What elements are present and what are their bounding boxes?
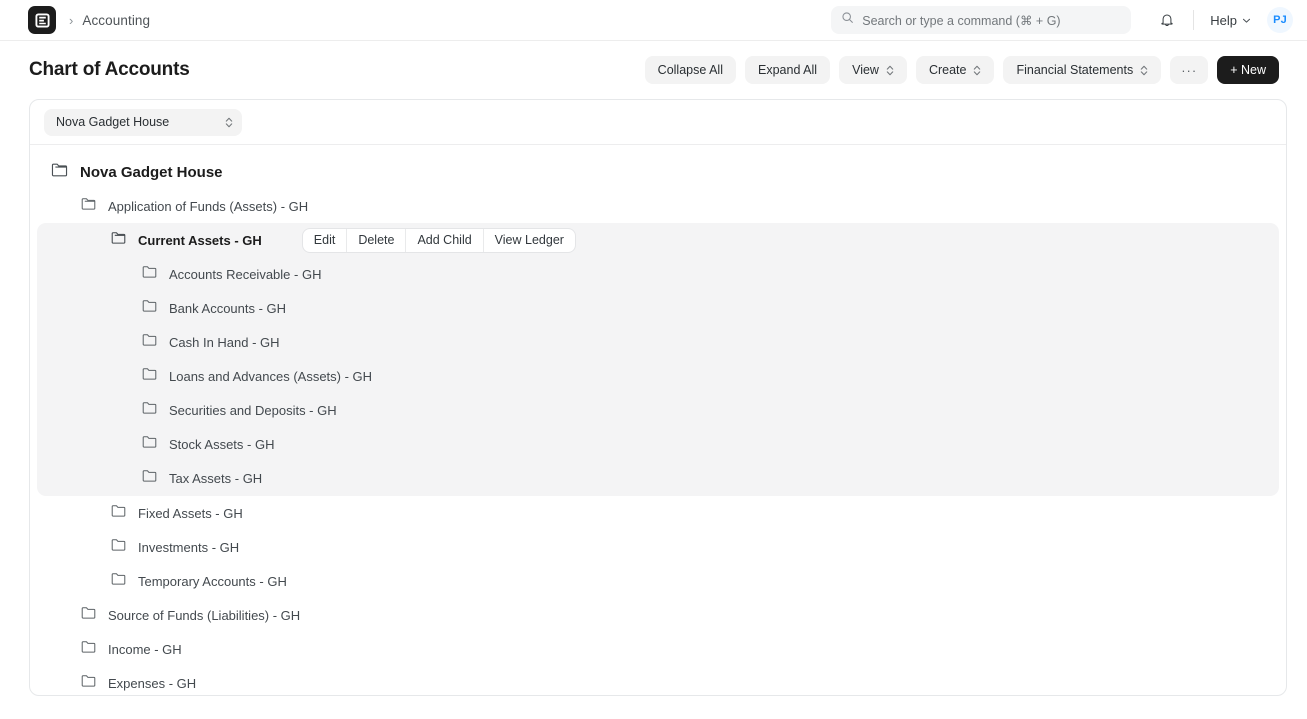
more-options-button[interactable]: ··· [1170,56,1208,84]
folder-open-icon [50,160,69,184]
help-menu[interactable]: Help [1206,9,1255,32]
folder-icon [141,433,158,455]
tree-node-label: Cash In Hand - GH [169,335,280,350]
financial-statements-dropdown-button[interactable]: Financial Statements [1003,56,1161,84]
folder-icon [141,331,158,353]
view-ledger-button[interactable]: View Ledger [484,229,575,252]
tree-node-expenses[interactable]: Expenses - GH [36,666,1280,696]
new-button-label: + New [1230,63,1266,77]
bell-icon[interactable] [1153,6,1181,34]
tree-node-root[interactable]: Nova Gadget House [36,155,1280,189]
search-input[interactable]: Search or type a command (⌘ + G) [831,6,1131,34]
tree-node-tax-assets[interactable]: Tax Assets - GH [37,461,1279,495]
create-label: Create [929,63,967,77]
new-button[interactable]: + New [1217,56,1279,84]
chevron-down-icon [1242,13,1251,28]
navbar-divider [1193,10,1194,30]
folder-icon [141,467,158,489]
folder-icon [80,672,97,694]
expand-all-button[interactable]: Expand All [745,56,830,84]
folder-icon [141,365,158,387]
help-label: Help [1210,13,1237,28]
avatar[interactable]: PJ [1267,7,1293,33]
tree-node-label: Bank Accounts - GH [169,301,286,316]
tree-node-label: Stock Assets - GH [169,437,274,452]
node-action-group: Edit Delete Add Child View Ledger [302,228,576,253]
tree-node-investments[interactable]: Investments - GH [36,530,1280,564]
edit-button[interactable]: Edit [303,229,348,252]
filter-bar: Nova Gadget House [30,100,1286,145]
folder-icon [141,297,158,319]
tree-node-stock-assets[interactable]: Stock Assets - GH [37,427,1279,461]
expand-all-label: Expand All [758,63,817,77]
folder-icon [141,399,158,421]
delete-button[interactable]: Delete [347,229,406,252]
view-label: View [852,63,879,77]
folder-icon [141,263,158,285]
selected-branch: Current Assets - GH Edit Delete Add Chil… [37,223,1279,496]
company-select-value: Nova Gadget House [56,115,215,129]
accounts-tree: Nova Gadget House Application of Funds (… [30,145,1286,696]
chevron-updown-icon [225,116,233,129]
ellipsis-icon: ··· [1181,63,1197,78]
tree-node-loans-and-advances[interactable]: Loans and Advances (Assets) - GH [37,359,1279,393]
search-icon [841,11,854,29]
create-dropdown-button[interactable]: Create [916,56,995,84]
search-placeholder: Search or type a command (⌘ + G) [862,13,1060,28]
tree-node-label: Application of Funds (Assets) - GH [108,199,308,214]
chevron-updown-icon [886,64,894,77]
tree-node-label: Fixed Assets - GH [138,506,243,521]
folder-icon [110,570,127,592]
collapse-all-button[interactable]: Collapse All [645,56,736,84]
folder-icon [110,502,127,524]
folder-icon [80,604,97,626]
navbar-right-group: Search or type a command (⌘ + G) Help PJ [831,0,1293,40]
tree-node-cash-in-hand[interactable]: Cash In Hand - GH [37,325,1279,359]
tree-node-label: Income - GH [108,642,182,657]
tree-node-label: Securities and Deposits - GH [169,403,337,418]
chevron-updown-icon [973,64,981,77]
tree-node-temporary-accounts[interactable]: Temporary Accounts - GH [36,564,1280,598]
tree-node-label: Current Assets - GH [138,233,262,248]
tree-node-label: Tax Assets - GH [169,471,262,486]
add-child-button[interactable]: Add Child [406,229,483,252]
tree-node-income[interactable]: Income - GH [36,632,1280,666]
tree-node-bank-accounts[interactable]: Bank Accounts - GH [37,291,1279,325]
tree-node-label: Temporary Accounts - GH [138,574,287,589]
page-actions: Collapse All Expand All View Create Fina… [645,56,1279,84]
page-title: Chart of Accounts [29,59,190,81]
erpnext-logo-icon[interactable] [28,6,56,34]
tree-node-accounts-receivable[interactable]: Accounts Receivable - GH [37,257,1279,291]
breadcrumb-separator: › [69,14,73,27]
tree-node-current-assets[interactable]: Current Assets - GH Edit Delete Add Chil… [37,223,1279,257]
page-header: Chart of Accounts Collapse All Expand Al… [0,41,1307,99]
chevron-updown-icon [1140,64,1148,77]
tree-node-label: Accounts Receivable - GH [169,267,321,282]
tree-node-fixed-assets[interactable]: Fixed Assets - GH [36,496,1280,530]
folder-open-icon [80,195,97,217]
breadcrumb[interactable]: Accounting [82,13,150,28]
tree-node-label: Source of Funds (Liabilities) - GH [108,608,300,623]
tree-node-application-of-funds[interactable]: Application of Funds (Assets) - GH [36,189,1280,223]
folder-icon [80,638,97,660]
financial-statements-label: Financial Statements [1016,63,1133,77]
tree-node-label: Nova Gadget House [80,164,223,181]
company-select[interactable]: Nova Gadget House [44,109,242,136]
tree-node-label: Expenses - GH [108,676,196,691]
tree-node-securities-and-deposits[interactable]: Securities and Deposits - GH [37,393,1279,427]
collapse-all-label: Collapse All [658,63,723,77]
folder-open-icon [110,229,127,251]
tree-node-label: Loans and Advances (Assets) - GH [169,369,372,384]
tree-node-source-of-funds[interactable]: Source of Funds (Liabilities) - GH [36,598,1280,632]
top-navbar: › Accounting Search or type a command (⌘… [0,0,1307,41]
folder-icon [110,536,127,558]
tree-node-label: Investments - GH [138,540,239,555]
chart-of-accounts-card: Nova Gadget House Nova Gadget House [29,99,1287,696]
view-dropdown-button[interactable]: View [839,56,907,84]
